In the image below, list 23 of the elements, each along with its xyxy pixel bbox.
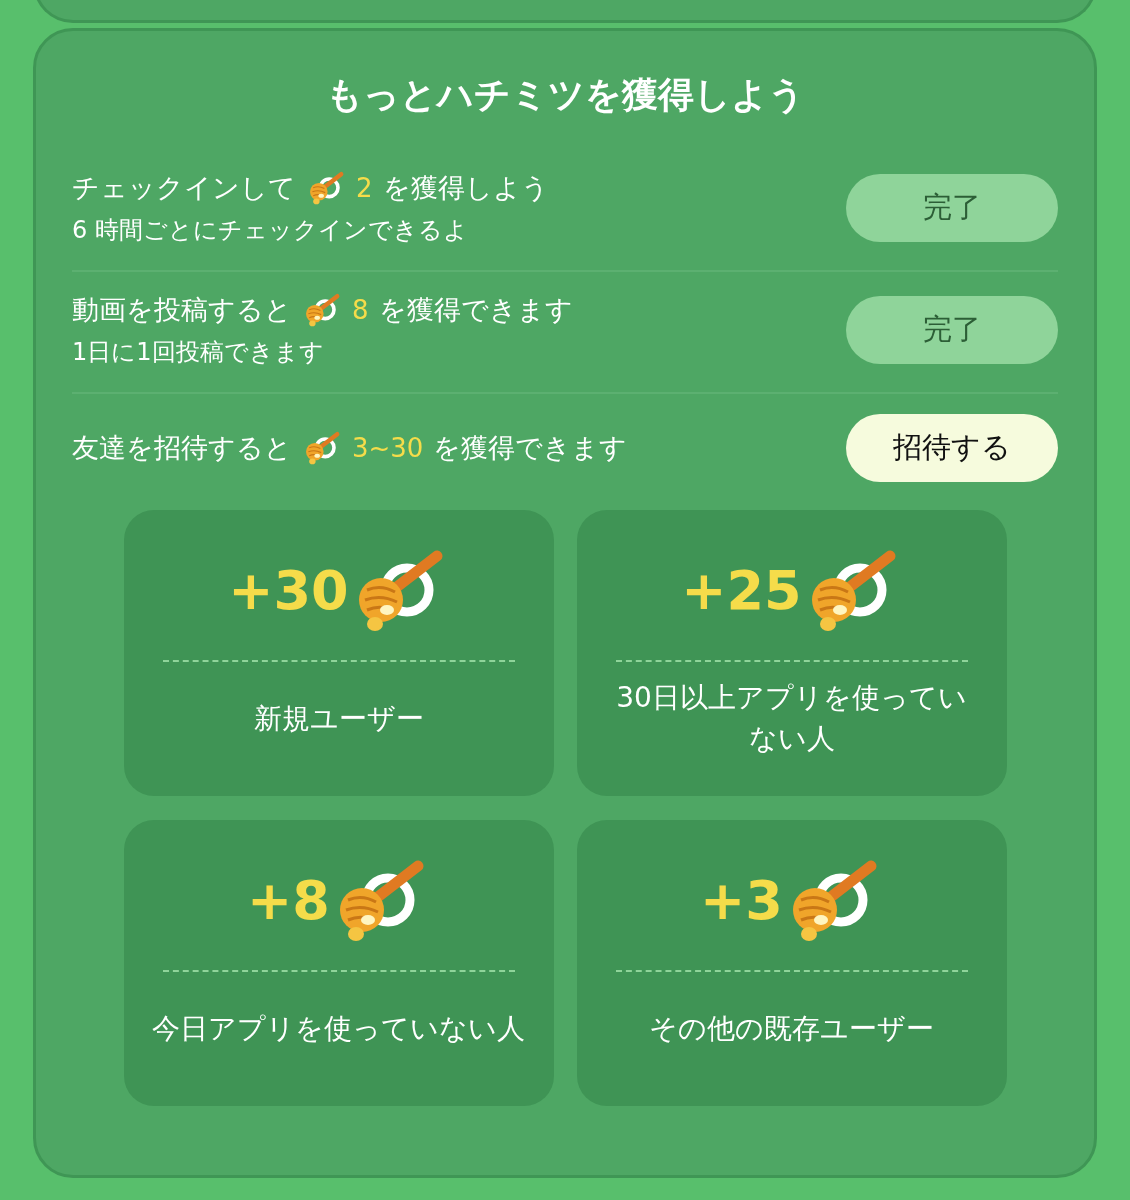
- task-button[interactable]: 招待する: [846, 414, 1058, 482]
- panel-title: もっとハチミツを獲得しよう: [324, 73, 806, 117]
- honey-amount: 2: [356, 173, 373, 203]
- reward-label: 新規ユーザー: [253, 700, 424, 737]
- task-button[interactable]: 完了: [846, 296, 1058, 364]
- task-text: を獲得しよう: [382, 171, 549, 205]
- honey-amount: 8: [352, 295, 369, 325]
- reward-amount: +30: [228, 558, 349, 622]
- task-note: 1日に1回投稿できます: [72, 337, 325, 368]
- task-text: 友達を招待すると: [72, 431, 292, 465]
- honey-amount: 3~30: [352, 433, 424, 463]
- task-text: チェックインして: [72, 171, 296, 205]
- reward-label: その他の既存ユーザー: [649, 1010, 934, 1047]
- reward-amount: +25: [681, 558, 802, 622]
- reward-label: 30日以上アプリを使っていない人: [615, 680, 968, 757]
- task-button[interactable]: 完了: [846, 174, 1058, 242]
- task-text: を獲得できます: [378, 293, 573, 327]
- reward-amount: +3: [700, 868, 783, 932]
- task-text: を獲得できます: [433, 431, 628, 465]
- task-text: 動画を投稿すると: [72, 293, 292, 327]
- reward-label: 今日アプリを使っていない人: [152, 1010, 525, 1047]
- reward-amount: +8: [247, 868, 330, 932]
- task-note: 6 時間ごとにチェックインできるよ: [72, 215, 469, 246]
